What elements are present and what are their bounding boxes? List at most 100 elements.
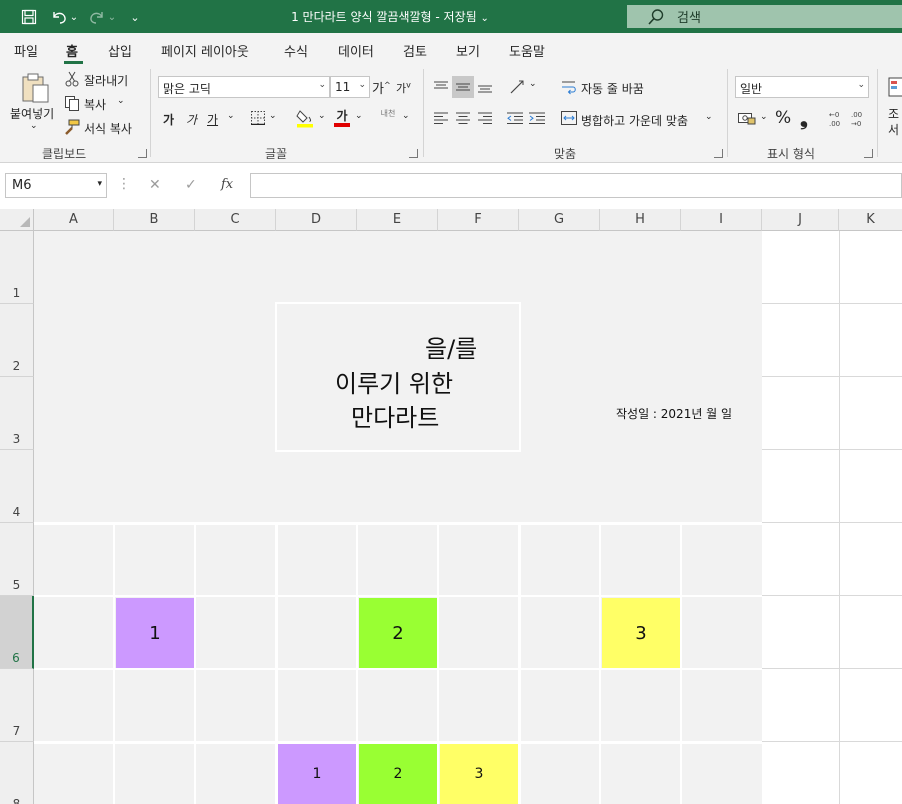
enter-icon[interactable]: ✓ <box>185 177 197 193</box>
alignment-dialog-launcher[interactable] <box>714 149 723 158</box>
merge-dropdown-icon[interactable]: ⌄ <box>705 112 713 122</box>
row-header-7[interactable]: 7 <box>0 669 34 742</box>
tab-page-layout[interactable]: 페이지 레이아웃 <box>161 41 249 60</box>
comma-style-button[interactable]: ❟ <box>800 106 808 130</box>
row-header-1[interactable]: 1 <box>0 231 34 304</box>
phonetic-dropdown-icon[interactable]: ⌄ <box>402 111 410 121</box>
column-header-e[interactable]: E <box>357 209 438 231</box>
underline-dropdown-icon[interactable]: ⌄ <box>227 111 235 121</box>
font-dialog-launcher[interactable] <box>409 149 418 158</box>
column-header-k[interactable]: K <box>839 209 902 231</box>
goal-cell-e6[interactable]: 2 <box>359 598 437 668</box>
font-size-select[interactable]: 11 ⌄ <box>330 76 370 98</box>
column-header-b[interactable]: B <box>114 209 195 231</box>
goal-cell-e8[interactable]: 2 <box>359 744 437 804</box>
cut-button[interactable]: 잘라내기 <box>84 72 128 89</box>
increase-font-size-button[interactable]: 가^ <box>372 78 391 97</box>
column-header-h[interactable]: H <box>600 209 681 231</box>
tab-review[interactable]: 검토 <box>403 41 427 60</box>
align-bottom-icon[interactable] <box>475 77 495 97</box>
decrease-font-size-button[interactable]: 가v <box>396 80 411 96</box>
align-left-icon[interactable] <box>432 110 450 126</box>
align-top-icon[interactable] <box>431 77 451 97</box>
increase-decimal-icon[interactable]: ←0.00 <box>826 109 846 129</box>
conditional-formatting-label[interactable]: 조 <box>888 105 899 122</box>
wrap-text-button[interactable]: 자동 줄 바꿈 <box>581 80 644 97</box>
row-header-3[interactable]: 3 <box>0 377 34 450</box>
fill-color-icon[interactable] <box>296 108 314 128</box>
decrease-indent-icon[interactable] <box>506 110 524 126</box>
column-header-a[interactable]: A <box>34 209 114 231</box>
goal-number: 1 <box>149 622 161 644</box>
ribbon: 붙여넣기 ⌄ 잘라내기 복사 ⌄ 서식 복사 클립보드 맑은 고딕 ⌄ 11 ⌄… <box>0 65 902 163</box>
align-right-icon[interactable] <box>476 110 494 126</box>
copy-icon[interactable] <box>63 95 81 111</box>
borders-icon[interactable] <box>250 110 266 126</box>
orientation-icon[interactable] <box>507 77 529 97</box>
goal-cell-d8[interactable]: 1 <box>278 744 356 804</box>
tab-help[interactable]: 도움말 <box>509 41 545 60</box>
row-header-4[interactable]: 4 <box>0 450 34 523</box>
goal-cell-b6[interactable]: 1 <box>116 598 194 668</box>
column-header-j[interactable]: J <box>762 209 839 231</box>
insert-function-icon[interactable]: fx <box>221 177 233 192</box>
format-painter-icon[interactable] <box>63 119 81 135</box>
paste-button[interactable]: 붙여넣기 <box>10 105 54 122</box>
increase-indent-icon[interactable] <box>528 110 546 126</box>
title-dropdown-icon[interactable]: ⌄ <box>481 13 489 24</box>
tab-view[interactable]: 보기 <box>456 41 480 60</box>
goal-cell-f8[interactable]: 3 <box>440 744 518 804</box>
tab-formulas[interactable]: 수식 <box>284 41 308 60</box>
more-options-icon[interactable]: ⋮ <box>117 176 131 192</box>
decrease-decimal-icon[interactable]: .00 →0 <box>848 109 868 129</box>
percent-style-button[interactable]: % <box>775 108 791 128</box>
align-center-icon[interactable] <box>454 110 472 126</box>
tab-home[interactable]: 홈 <box>66 41 78 60</box>
orientation-dropdown-icon[interactable]: ⌄ <box>529 79 537 89</box>
row-header-8[interactable]: 8 <box>0 742 34 804</box>
cancel-icon[interactable]: ✕ <box>149 177 161 193</box>
row-header-2[interactable]: 2 <box>0 304 34 377</box>
column-header-i[interactable]: I <box>681 209 762 231</box>
name-box[interactable]: M6 ▾ <box>5 173 107 198</box>
underline-button[interactable]: 가 <box>207 111 218 128</box>
align-middle-icon[interactable] <box>452 76 474 98</box>
italic-button[interactable]: 가 <box>186 111 197 128</box>
cut-icon[interactable] <box>64 71 80 87</box>
accounting-format-icon[interactable] <box>737 110 757 126</box>
tab-data[interactable]: 데이터 <box>338 41 374 60</box>
paste-icon[interactable] <box>18 71 52 105</box>
borders-dropdown-icon[interactable]: ⌄ <box>269 111 277 121</box>
fill-color-dropdown-icon[interactable]: ⌄ <box>318 111 326 121</box>
alignment-group-label: 맞춤 <box>554 147 577 161</box>
tab-insert[interactable]: 삽입 <box>108 41 132 60</box>
phonetic-guide-button[interactable]: 내천 <box>378 109 398 118</box>
bold-button[interactable]: 가 <box>163 111 174 128</box>
clipboard-dialog-launcher[interactable] <box>138 149 147 158</box>
column-header-f[interactable]: F <box>438 209 519 231</box>
font-color-button[interactable]: 가 <box>333 108 351 128</box>
number-dialog-launcher[interactable] <box>864 149 873 158</box>
format-painter-button[interactable]: 서식 복사 <box>84 120 132 137</box>
formula-input[interactable] <box>250 173 902 198</box>
font-color-dropdown-icon[interactable]: ⌄ <box>355 111 363 121</box>
column-header-c[interactable]: C <box>195 209 276 231</box>
row-header-6[interactable]: 6 <box>0 596 34 669</box>
wrap-text-icon[interactable] <box>560 77 578 97</box>
copy-dropdown-icon[interactable]: ⌄ <box>117 96 125 106</box>
goal-cell-h6[interactable]: 3 <box>602 598 680 668</box>
copy-button[interactable]: 복사 <box>84 96 106 113</box>
row-header-5[interactable]: 5 <box>0 523 34 596</box>
search-box[interactable]: 검색 <box>627 5 902 28</box>
paste-dropdown-icon[interactable]: ⌄ <box>30 121 38 131</box>
font-name-select[interactable]: 맑은 고딕 ⌄ <box>158 76 330 98</box>
column-header-d[interactable]: D <box>276 209 357 231</box>
merge-center-button[interactable]: 병합하고 가운데 맞춤 <box>581 112 688 129</box>
column-header-g[interactable]: G <box>519 209 600 231</box>
merge-center-icon[interactable] <box>560 110 578 126</box>
number-format-select[interactable]: 일반 ⌄ <box>735 76 869 98</box>
select-all-button[interactable] <box>0 209 34 231</box>
conditional-formatting-icon[interactable] <box>888 77 902 97</box>
tab-file[interactable]: 파일 <box>14 41 38 60</box>
accounting-dropdown-icon[interactable]: ⌄ <box>760 112 768 122</box>
